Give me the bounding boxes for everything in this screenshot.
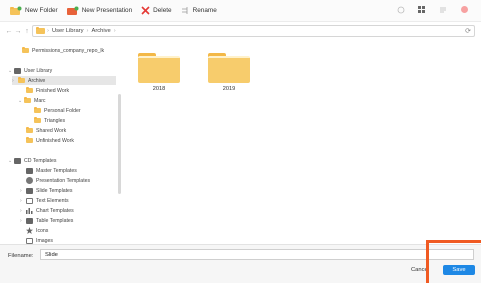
sidebar-item-label: Permissions_company_repo_lk [32,47,105,54]
text-element-icon [26,197,33,204]
sidebar-item-text-elements[interactable]: › Text Elements [20,196,69,205]
templates-icon [14,157,21,164]
folder-icon [22,47,29,53]
sidebar-item-label: Images [36,237,54,244]
folder-icon [36,27,45,34]
sidebar-item-master-templates[interactable]: Master Templates [26,166,77,175]
rename-button[interactable]: Rename [181,4,217,18]
breadcrumb-user-library[interactable]: User Library [52,28,84,34]
sidebar-item-label: Archive [28,77,46,84]
presentation-template-icon [26,177,33,184]
library-icon [14,67,21,74]
new-folder-icon [10,6,22,15]
sidebar-item-slide-templates[interactable]: › Slide Templates [20,186,73,195]
sidebar-item-label: CD Templates [24,157,57,164]
sidebar-item-icons[interactable]: Icons [26,226,48,235]
view-toggle-icon[interactable] [397,6,405,14]
sidebar-item-personal-folder[interactable]: Personal Folder [34,106,81,115]
filename-label: Filename: [8,253,34,259]
filename-input[interactable] [40,249,474,260]
folder-icon [24,97,31,103]
sidebar-item-permissions[interactable]: Permissions_company_repo_lk [22,46,104,55]
sidebar: Permissions_company_repo_lk ⌄ User Librar… [8,42,121,245]
master-template-icon [26,167,33,174]
toolbar: New Folder New Presentation Delete Renam… [0,0,481,22]
sidebar-item-label: Icons [36,227,49,234]
delete-label: Delete [153,7,172,14]
navigation-bar: ← → ↑ › User Library › Archive › ⟳ [0,24,481,38]
sidebar-item-unfinished-work[interactable]: Unfinished Work [26,136,74,145]
image-icon [26,237,33,244]
breadcrumb-separator: › [113,28,116,34]
sidebar-item-label: Triangles [44,117,66,124]
sidebar-item-label: Slide Templates [36,187,73,194]
sidebar-item-triangles[interactable]: Triangles [34,116,65,125]
breadcrumb-separator: › [86,28,89,34]
new-presentation-icon [66,6,79,15]
sidebar-scrollbar[interactable] [118,94,121,194]
folder-label: 2019 [222,86,236,92]
cancel-button[interactable]: Cancel [402,265,438,275]
sidebar-item-label: Shared Work [36,127,67,134]
sidebar-item-marc[interactable]: ⌄ Marc [18,96,46,105]
rename-icon [181,7,188,14]
new-presentation-button[interactable]: New Presentation [66,4,133,18]
sidebar-item-label: User Library [24,67,53,74]
sidebar-item-label: Presentation Templates [36,177,91,184]
folder-icon [208,53,250,83]
sidebar-item-label: Text Elements [36,197,69,204]
folder-icon [26,137,33,143]
sidebar-item-label: Chart Templates [36,207,74,214]
slide-template-icon [26,187,33,194]
sidebar-item-archive[interactable]: › Archive [12,76,116,85]
sidebar-item-label: Table Templates [36,217,74,224]
folder-icon [34,117,41,123]
breadcrumb-archive[interactable]: Archive [91,28,110,34]
sidebar-item-finished-work[interactable]: Finished Work [26,86,69,95]
sidebar-item-table-templates[interactable]: › Table Templates [20,216,73,225]
list-view-icon[interactable] [439,6,447,14]
sidebar-item-label: Unfinished Work [36,137,74,144]
notification-icon[interactable] [460,5,469,14]
delete-button[interactable]: Delete [141,4,172,18]
breadcrumb-separator: › [47,28,49,34]
grid-view-icon[interactable] [418,5,426,14]
folder-icon [26,87,33,93]
folder-icon [34,107,41,113]
new-folder-button[interactable]: New Folder [10,4,58,18]
save-bar: Filename: Cancel Save [0,244,481,283]
chart-icon [26,208,33,214]
sidebar-item-presentation-templates[interactable]: Presentation Templates [26,176,90,185]
sidebar-item-label: Marc [34,97,46,104]
sidebar-item-label: Finished Work [36,87,70,94]
sidebar-item-label: Personal Folder [44,107,81,114]
save-button[interactable]: Save [443,265,475,275]
folder-icon [18,77,25,83]
icons-icon [26,227,33,234]
sidebar-item-chart-templates[interactable]: › Chart Templates [20,206,74,215]
folder-icon [138,53,180,83]
folder-icon [26,127,33,133]
sidebar-item-cd-templates[interactable]: ⌄ CD Templates [8,156,56,165]
rename-label: Rename [192,7,217,14]
folder-label: 2018 [152,86,166,92]
new-folder-label: New Folder [25,7,58,14]
refresh-icon[interactable]: ⟳ [465,27,471,35]
sidebar-item-shared-work[interactable]: Shared Work [26,126,66,135]
new-presentation-label: New Presentation [81,7,133,14]
table-icon [26,217,33,224]
address-bar[interactable]: › User Library › Archive › ⟳ [32,25,475,37]
sidebar-item-label: Master Templates [36,167,77,174]
sidebar-item-user-library[interactable]: ⌄ User Library [8,66,52,75]
delete-icon [141,6,150,15]
up-icon[interactable]: ↑ [22,26,32,36]
